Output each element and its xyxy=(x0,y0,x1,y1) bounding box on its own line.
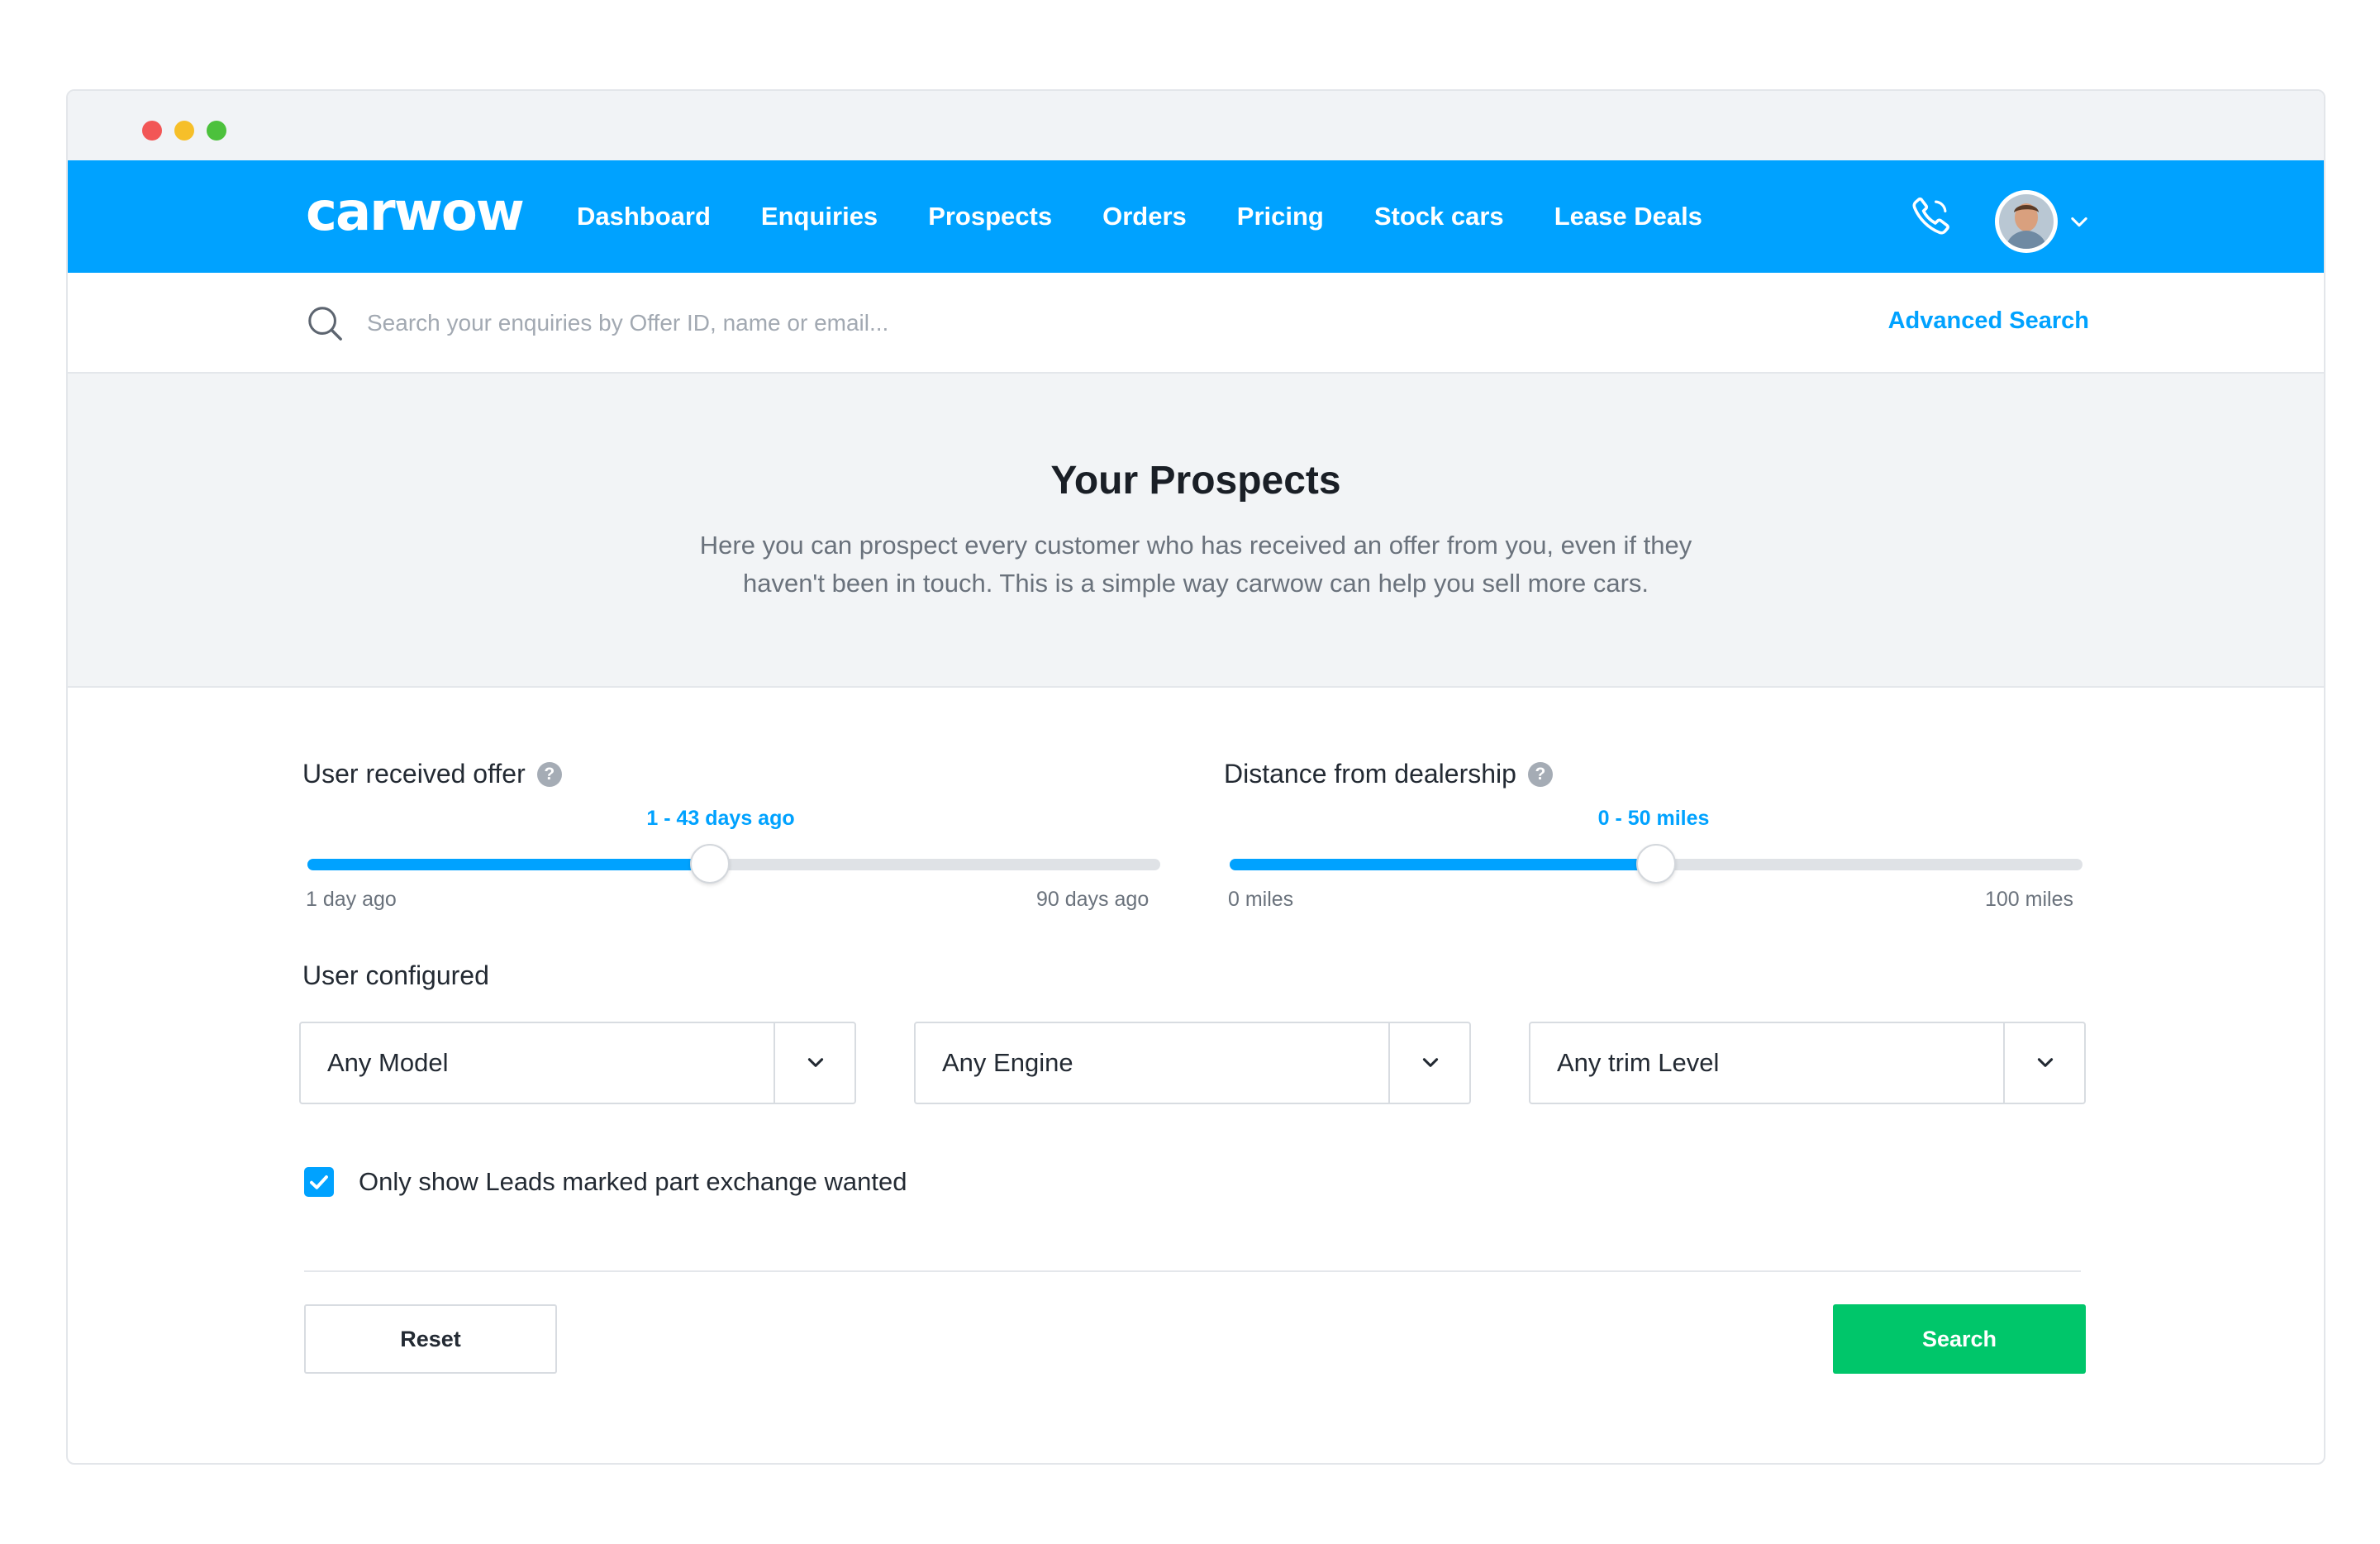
checkmark-icon xyxy=(310,1175,328,1189)
distance-filter-label: Distance from dealership? xyxy=(1224,759,1553,789)
close-window-button[interactable] xyxy=(142,121,162,141)
model-select[interactable]: Any Model xyxy=(299,1022,856,1104)
offer-range-min: 1 day ago xyxy=(306,888,397,911)
offer-range-slider[interactable] xyxy=(307,844,1160,884)
trim-select[interactable]: Any trim Level xyxy=(1529,1022,2086,1104)
offer-filter-label-text: User received offer xyxy=(302,759,526,789)
chevron-down-icon xyxy=(2037,1058,2054,1067)
trim-select-value: Any trim Level xyxy=(1557,1048,1720,1077)
model-select-value: Any Model xyxy=(327,1048,449,1077)
engine-select[interactable]: Any Engine xyxy=(914,1022,1471,1104)
search-input[interactable] xyxy=(367,299,1441,347)
phone-icon[interactable] xyxy=(1909,193,1954,238)
window-titlebar xyxy=(68,91,2324,160)
engine-select-value: Any Engine xyxy=(942,1048,1073,1077)
section-divider xyxy=(304,1270,2081,1272)
part-exchange-label[interactable]: Only show Leads marked part exchange wan… xyxy=(359,1167,907,1197)
configured-filter-label: User configured xyxy=(302,960,489,990)
page-description: Here you can prospect every customer who… xyxy=(699,531,1692,598)
nav-prospects[interactable]: Prospects xyxy=(928,202,1052,231)
minimize-window-button[interactable] xyxy=(174,121,194,141)
maximize-window-button[interactable] xyxy=(207,121,226,141)
main-nav: Dashboard Enquiries Prospects Orders Pri… xyxy=(577,160,1753,273)
offer-slider-handle[interactable] xyxy=(690,844,730,884)
offer-range-value: 1 - 43 days ago xyxy=(646,807,795,830)
avatar-photo xyxy=(1999,194,2054,249)
chevron-down-icon xyxy=(807,1058,824,1067)
search-icon xyxy=(308,307,342,341)
nav-stock-cars[interactable]: Stock cars xyxy=(1374,202,1504,231)
engine-dropdown-button[interactable] xyxy=(1388,1023,1469,1103)
help-icon[interactable]: ? xyxy=(536,762,562,787)
offer-filter-label: User received offer? xyxy=(302,759,562,789)
distance-range-max: 100 miles xyxy=(1985,888,2073,911)
user-avatar[interactable] xyxy=(1995,190,2058,253)
distance-range-value: 0 - 50 miles xyxy=(1597,807,1710,830)
offer-slider-fill xyxy=(307,859,710,870)
top-navbar: carwow Dashboard Enquiries Prospects Ord… xyxy=(68,160,2324,273)
page-title: Your Prospects xyxy=(1050,459,1341,503)
page-header: Your Prospects Here you can prospect eve… xyxy=(68,374,2324,688)
nav-enquiries[interactable]: Enquiries xyxy=(761,202,878,231)
reset-button[interactable]: Reset xyxy=(304,1304,557,1374)
distance-range-min: 0 miles xyxy=(1228,888,1294,911)
chevron-down-icon xyxy=(1422,1058,1439,1067)
advanced-search-link[interactable]: Advanced Search xyxy=(1888,307,2089,335)
part-exchange-checkbox[interactable] xyxy=(304,1167,334,1197)
carwow-logo[interactable]: carwow xyxy=(306,183,525,241)
nav-lease-deals[interactable]: Lease Deals xyxy=(1554,202,1702,231)
distance-slider-handle[interactable] xyxy=(1636,844,1676,884)
distance-filter-label-text: Distance from dealership xyxy=(1224,759,1516,789)
distance-slider-fill xyxy=(1230,859,1656,870)
model-dropdown-button[interactable] xyxy=(774,1023,854,1103)
nav-orders[interactable]: Orders xyxy=(1102,202,1187,231)
chevron-down-icon[interactable] xyxy=(2068,210,2091,233)
search-button[interactable]: Search xyxy=(1833,1304,2086,1374)
distance-range-slider[interactable] xyxy=(1230,844,2082,884)
nav-pricing[interactable]: Pricing xyxy=(1237,202,1324,231)
nav-dashboard[interactable]: Dashboard xyxy=(577,202,711,231)
search-bar: Advanced Search xyxy=(68,273,2324,374)
offer-range-max: 90 days ago xyxy=(1036,888,1150,911)
help-icon[interactable]: ? xyxy=(1527,762,1553,787)
trim-dropdown-button[interactable] xyxy=(2003,1023,2084,1103)
